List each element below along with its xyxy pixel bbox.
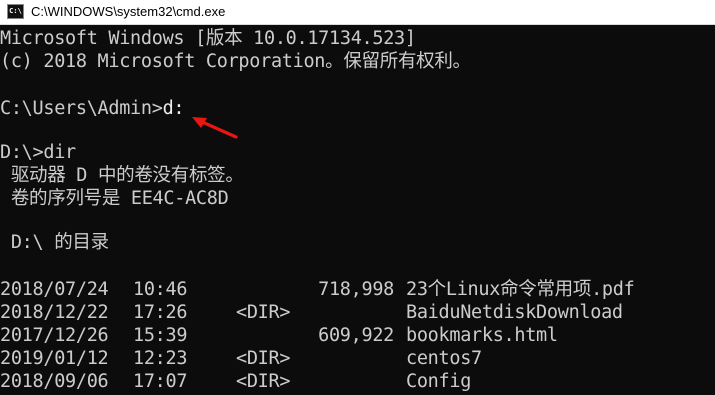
entry-dir-flag: <DIR> xyxy=(236,348,291,369)
entry-time: 12:23 xyxy=(133,348,188,369)
dir-entry: 2017/12/26 15:39 609,922 bookmarks.html xyxy=(0,324,715,348)
entry-name: 23个Linux命令常用项.pdf xyxy=(406,279,635,300)
console-line: 驱动器 D 中的卷没有标签。 xyxy=(0,165,244,186)
entry-time: 17:26 xyxy=(133,302,188,323)
title-bar[interactable]: C:\ C:\WINDOWS\system32\cmd.exe xyxy=(0,0,715,25)
entry-dir-flag: <DIR> xyxy=(236,302,291,323)
dir-entry: 2018/12/22 17:26 <DIR> BaiduNetdiskDownl… xyxy=(0,301,715,325)
console-prompt-line: C:\Users\Admin>d: xyxy=(0,97,715,121)
console-line: Microsoft Windows [版本 10.0.17134.523] xyxy=(0,28,416,49)
entry-date: 2018/12/22 xyxy=(0,302,109,323)
window-title: C:\WINDOWS\system32\cmd.exe xyxy=(31,4,226,19)
entry-name: centos7 xyxy=(406,348,482,369)
console-line: 卷的序列号是 EE4C-AC8D xyxy=(0,188,229,209)
entry-time: 15:39 xyxy=(133,325,188,346)
entry-date: 2019/01/12 xyxy=(0,348,109,369)
entry-dir-flag: <DIR> xyxy=(236,371,291,392)
entry-size: 718,998 xyxy=(318,279,394,300)
console-line: D:\>dir xyxy=(0,142,76,163)
entry-time: 17:07 xyxy=(133,371,188,392)
entry-time: 10:46 xyxy=(133,279,188,300)
prompt: C:\Users\Admin> xyxy=(0,98,163,119)
console-line: (c) 2018 Microsoft Corporation。保留所有权利。 xyxy=(0,51,471,72)
dir-entry: 2018/07/24 10:46 718,998 23个Linux命令常用项.p… xyxy=(0,278,715,302)
cmd-icon[interactable]: C:\ xyxy=(7,4,24,19)
console-line: D:\ 的目录 xyxy=(0,232,109,253)
entry-date: 2018/09/06 xyxy=(0,371,109,392)
entry-name: bookmarks.html xyxy=(406,325,558,346)
annotation-arrow-icon xyxy=(192,117,238,139)
entry-name: Config xyxy=(406,371,472,392)
cmd-window: C:\ C:\WINDOWS\system32\cmd.exe Microsof… xyxy=(0,0,715,395)
dir-entry: 2019/01/12 12:23 <DIR> centos7 xyxy=(0,347,715,371)
console-output[interactable]: Microsoft Windows [版本 10.0.17134.523] (c… xyxy=(0,25,715,395)
typed-command: d: xyxy=(162,98,185,119)
entry-date: 2018/07/24 xyxy=(0,279,109,300)
entry-size: 609,922 xyxy=(318,325,394,346)
entry-date: 2017/12/26 xyxy=(0,325,109,346)
dir-entry: 2018/09/06 17:07 <DIR> Config xyxy=(0,370,715,394)
entry-name: BaiduNetdiskDownload xyxy=(406,302,623,323)
